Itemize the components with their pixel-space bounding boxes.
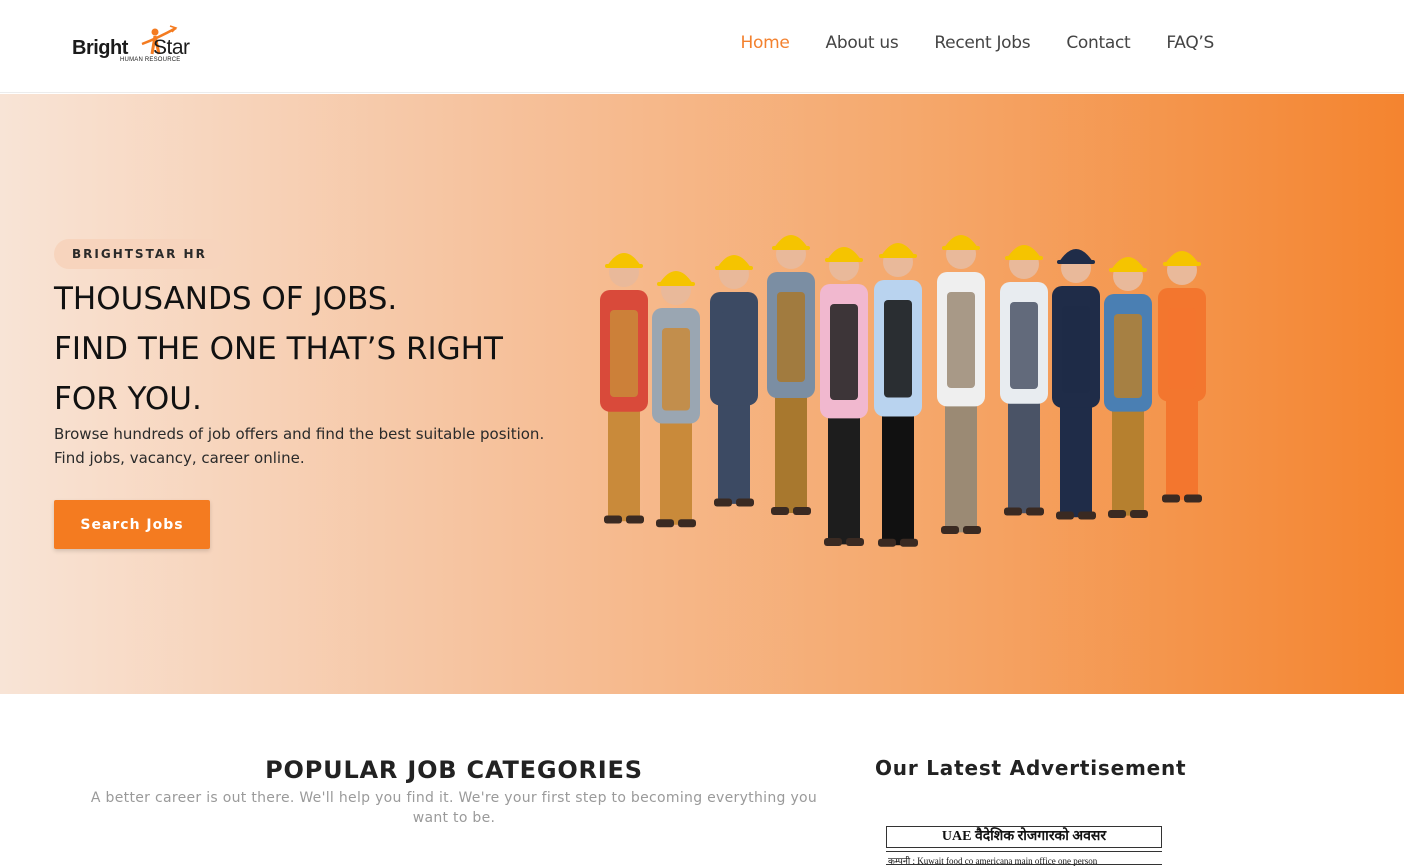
logo-subtitle: HUMAN RESOURCE [120,57,181,63]
worker-figure [710,255,758,507]
site-header: Bright Star HUMAN RESOURCE Home About us… [0,0,1404,93]
main-nav: Home About us Recent Jobs Contact FAQ’S [740,33,1214,53]
worker-figure [1000,245,1048,516]
worker-figure [600,253,648,524]
hero-badge: BRIGHTSTAR HR [54,239,225,269]
hero-title-line: FIND THE ONE THAT’S RIGHT [54,331,503,367]
worker-figure [652,271,700,528]
advertisement-title: Our Latest Advertisement [875,756,1187,780]
worker-figure [1052,249,1100,520]
hero-description: Browse hundreds of job offers and find t… [54,422,574,470]
hero-title-line: THOUSANDS OF JOBS. [54,281,398,317]
hero-description-line: Find jobs, vacancy, career online. [54,449,305,467]
worker-figure [820,247,868,546]
worker-figure [767,235,815,515]
hero-banner: BRIGHTSTAR HR THOUSANDS OF JOBS. FIND TH… [0,94,1404,694]
advertisement-image[interactable]: UAE वैदेशिक रोजगारको अवसर कम्पनी : Kuwai… [886,826,1162,866]
hero-description-line: Browse hundreds of job offers and find t… [54,425,545,443]
nav-home[interactable]: Home [740,33,789,53]
advertisement-heading: UAE वैदेशिक रोजगारको अवसर [886,826,1162,848]
categories-subtitle: A better career is out there. We'll help… [90,790,818,826]
nav-contact[interactable]: Contact [1066,33,1130,53]
search-jobs-button[interactable]: Search Jobs [54,500,210,549]
advertisement-rule [886,851,1162,852]
advertisement-rule [886,864,1162,865]
nav-about-us[interactable]: About us [826,33,899,53]
worker-figure [1158,251,1206,503]
workers-group-illustration [600,235,1206,547]
nav-faqs[interactable]: FAQ’S [1166,33,1214,53]
brightstar-logo[interactable]: Bright Star HUMAN RESOURCE [72,24,202,68]
worker-figure [1104,257,1152,518]
hero-title: THOUSANDS OF JOBS. FIND THE ONE THAT’S R… [54,274,594,424]
worker-figure [937,235,985,534]
worker-figure [874,243,922,547]
hero-title-line: FOR YOU. [54,381,202,417]
nav-recent-jobs[interactable]: Recent Jobs [934,33,1030,53]
categories-title: POPULAR JOB CATEGORIES [265,756,643,784]
